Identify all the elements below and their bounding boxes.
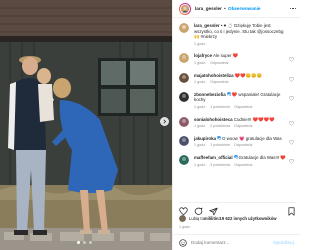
heart-icon[interactable]	[289, 120, 294, 126]
commenter-avatar[interactable]	[179, 53, 189, 64]
liker-avatar	[179, 215, 186, 222]
comment-text: Cudnie!!! ❤️❤️❤️❤️	[233, 116, 275, 122]
reply-button[interactable]: Odpowiedz	[234, 124, 252, 128]
comments-list[interactable]: lara_gessler • ♥ 💍 Dziękuję Tobie jest w…	[173, 19, 300, 199]
chevron-right-icon	[163, 119, 167, 124]
comment-input[interactable]	[191, 240, 271, 245]
reply-button[interactable]: Odpowiedz	[234, 163, 252, 167]
commenter-avatar[interactable]	[179, 154, 189, 165]
comment-likes[interactable]: 1 polubienie	[210, 105, 230, 109]
caption: lara_gessler • ♥ 💍 Dziękuję Tobie jest w…	[179, 23, 294, 47]
comment-text: Ale super ❤️	[213, 53, 239, 59]
comment-item: sonialohohoisteca Cudnie!!! ❤️❤️❤️❤️ 1 go…	[179, 116, 294, 130]
next-photo-button[interactable]	[160, 117, 169, 126]
comment-text: Gratulacje dla Was!!! ❤️	[238, 154, 286, 160]
following-button[interactable]: Obserwowanie	[228, 6, 260, 11]
comment-time: 1 godz.	[194, 124, 207, 129]
commenter-avatar[interactable]	[179, 116, 189, 127]
more-icon[interactable]	[289, 7, 296, 10]
reply-button[interactable]: Odpowiedz	[234, 105, 252, 109]
comment-item: zbonnebeziofia ❤️ wspaniale! Gratulacje k…	[179, 91, 294, 111]
carousel-dot-active	[77, 241, 80, 244]
photo-illustration	[0, 0, 172, 250]
caption-time: 1 godz.	[194, 41, 207, 46]
emoji-icon[interactable]	[179, 238, 187, 247]
header-separator: •	[224, 6, 226, 11]
likes-user[interactable]: mililitin	[204, 216, 219, 221]
comment-item: majatohohoisteliza ❤️❤️😊😊😊 1 godz. Odpowie…	[179, 72, 294, 86]
verified-badge-icon	[216, 136, 221, 141]
commenter-avatar[interactable]	[179, 135, 189, 146]
comment-text: ❤️❤️😊😊😊	[234, 72, 263, 78]
heart-icon[interactable]	[289, 95, 294, 101]
post-date: 1 godz.	[179, 225, 191, 229]
comment-likes[interactable]: 3 polubienia	[210, 163, 230, 167]
reply-button[interactable]: Odpowiedz	[210, 80, 228, 84]
post-side-panel: lara_gessler • Obserwowanie lara_gessler…	[172, 0, 300, 250]
verified-badge-icon	[233, 155, 238, 160]
reply-button[interactable]: Odpowiedz	[210, 61, 228, 65]
comment-username[interactable]: maffeefam_official	[194, 155, 233, 160]
author-avatar-ring[interactable]	[179, 2, 191, 15]
comment-item: jakupiroka O woow 💗 gratulacje dla Was 1 g…	[179, 135, 294, 149]
post-photo[interactable]	[0, 0, 172, 250]
caption-avatar[interactable]	[179, 23, 189, 33]
comment-time: 1 godz.	[194, 104, 207, 109]
reply-button[interactable]: Odpowiedz	[234, 143, 252, 147]
comment-time: 1 godz.	[194, 162, 207, 167]
comment-username[interactable]: sonialohohoisteca	[194, 117, 233, 122]
heart-icon[interactable]	[289, 159, 294, 164]
likes-summary[interactable]: Lubią to mililitin i 19 622 innych użytk…	[179, 215, 277, 222]
comment-time: 1 godz.	[194, 60, 207, 65]
comment-time: 1 godz.	[194, 143, 207, 148]
comment-item: maffeefam_official Gratulacje dla Was!!! …	[179, 154, 294, 168]
comment-likes[interactable]: 2 polubienia	[210, 124, 230, 128]
heart-icon[interactable]	[289, 139, 294, 145]
bookmark-icon[interactable]	[287, 207, 296, 216]
comment-username[interactable]: lojafryce	[194, 53, 212, 58]
carousel-indicator	[77, 241, 92, 244]
commenter-avatar[interactable]	[179, 72, 189, 83]
author-username[interactable]: lara_gessler	[195, 6, 222, 11]
comment-likes[interactable]: 1 polubienie	[210, 143, 230, 147]
author-avatar	[180, 3, 190, 14]
comment-item: lojafryce Ale super ❤️ 1 godz. Odpowiedz	[179, 53, 294, 66]
commenter-avatar[interactable]	[179, 91, 189, 102]
carousel-dot	[83, 241, 86, 244]
comment-username[interactable]: majatohohoisteliza	[194, 73, 234, 78]
likes-prefix: Lubią to	[189, 216, 204, 221]
post-comment-button[interactable]: Opublikuj	[273, 240, 294, 245]
likes-others[interactable]: 19 622 innych użytkowników	[220, 216, 277, 221]
comment-composer: Opublikuj	[173, 234, 300, 250]
heart-icon[interactable]	[289, 57, 294, 63]
carousel-dot	[89, 241, 92, 244]
comment-text: O woow 💗 gratulacje dla Was	[221, 135, 282, 141]
action-bar	[179, 202, 296, 216]
heart-icon[interactable]	[289, 76, 294, 82]
caption-username[interactable]: lara_gessler	[194, 23, 220, 28]
comment-time: 1 godz.	[194, 80, 207, 85]
verified-badge-icon	[226, 92, 231, 97]
comment-username[interactable]: zbonnebeziofia	[194, 92, 226, 97]
comment-username[interactable]: jakupiroka	[194, 136, 216, 141]
post-header: lara_gessler • Obserwowanie	[173, 0, 300, 18]
